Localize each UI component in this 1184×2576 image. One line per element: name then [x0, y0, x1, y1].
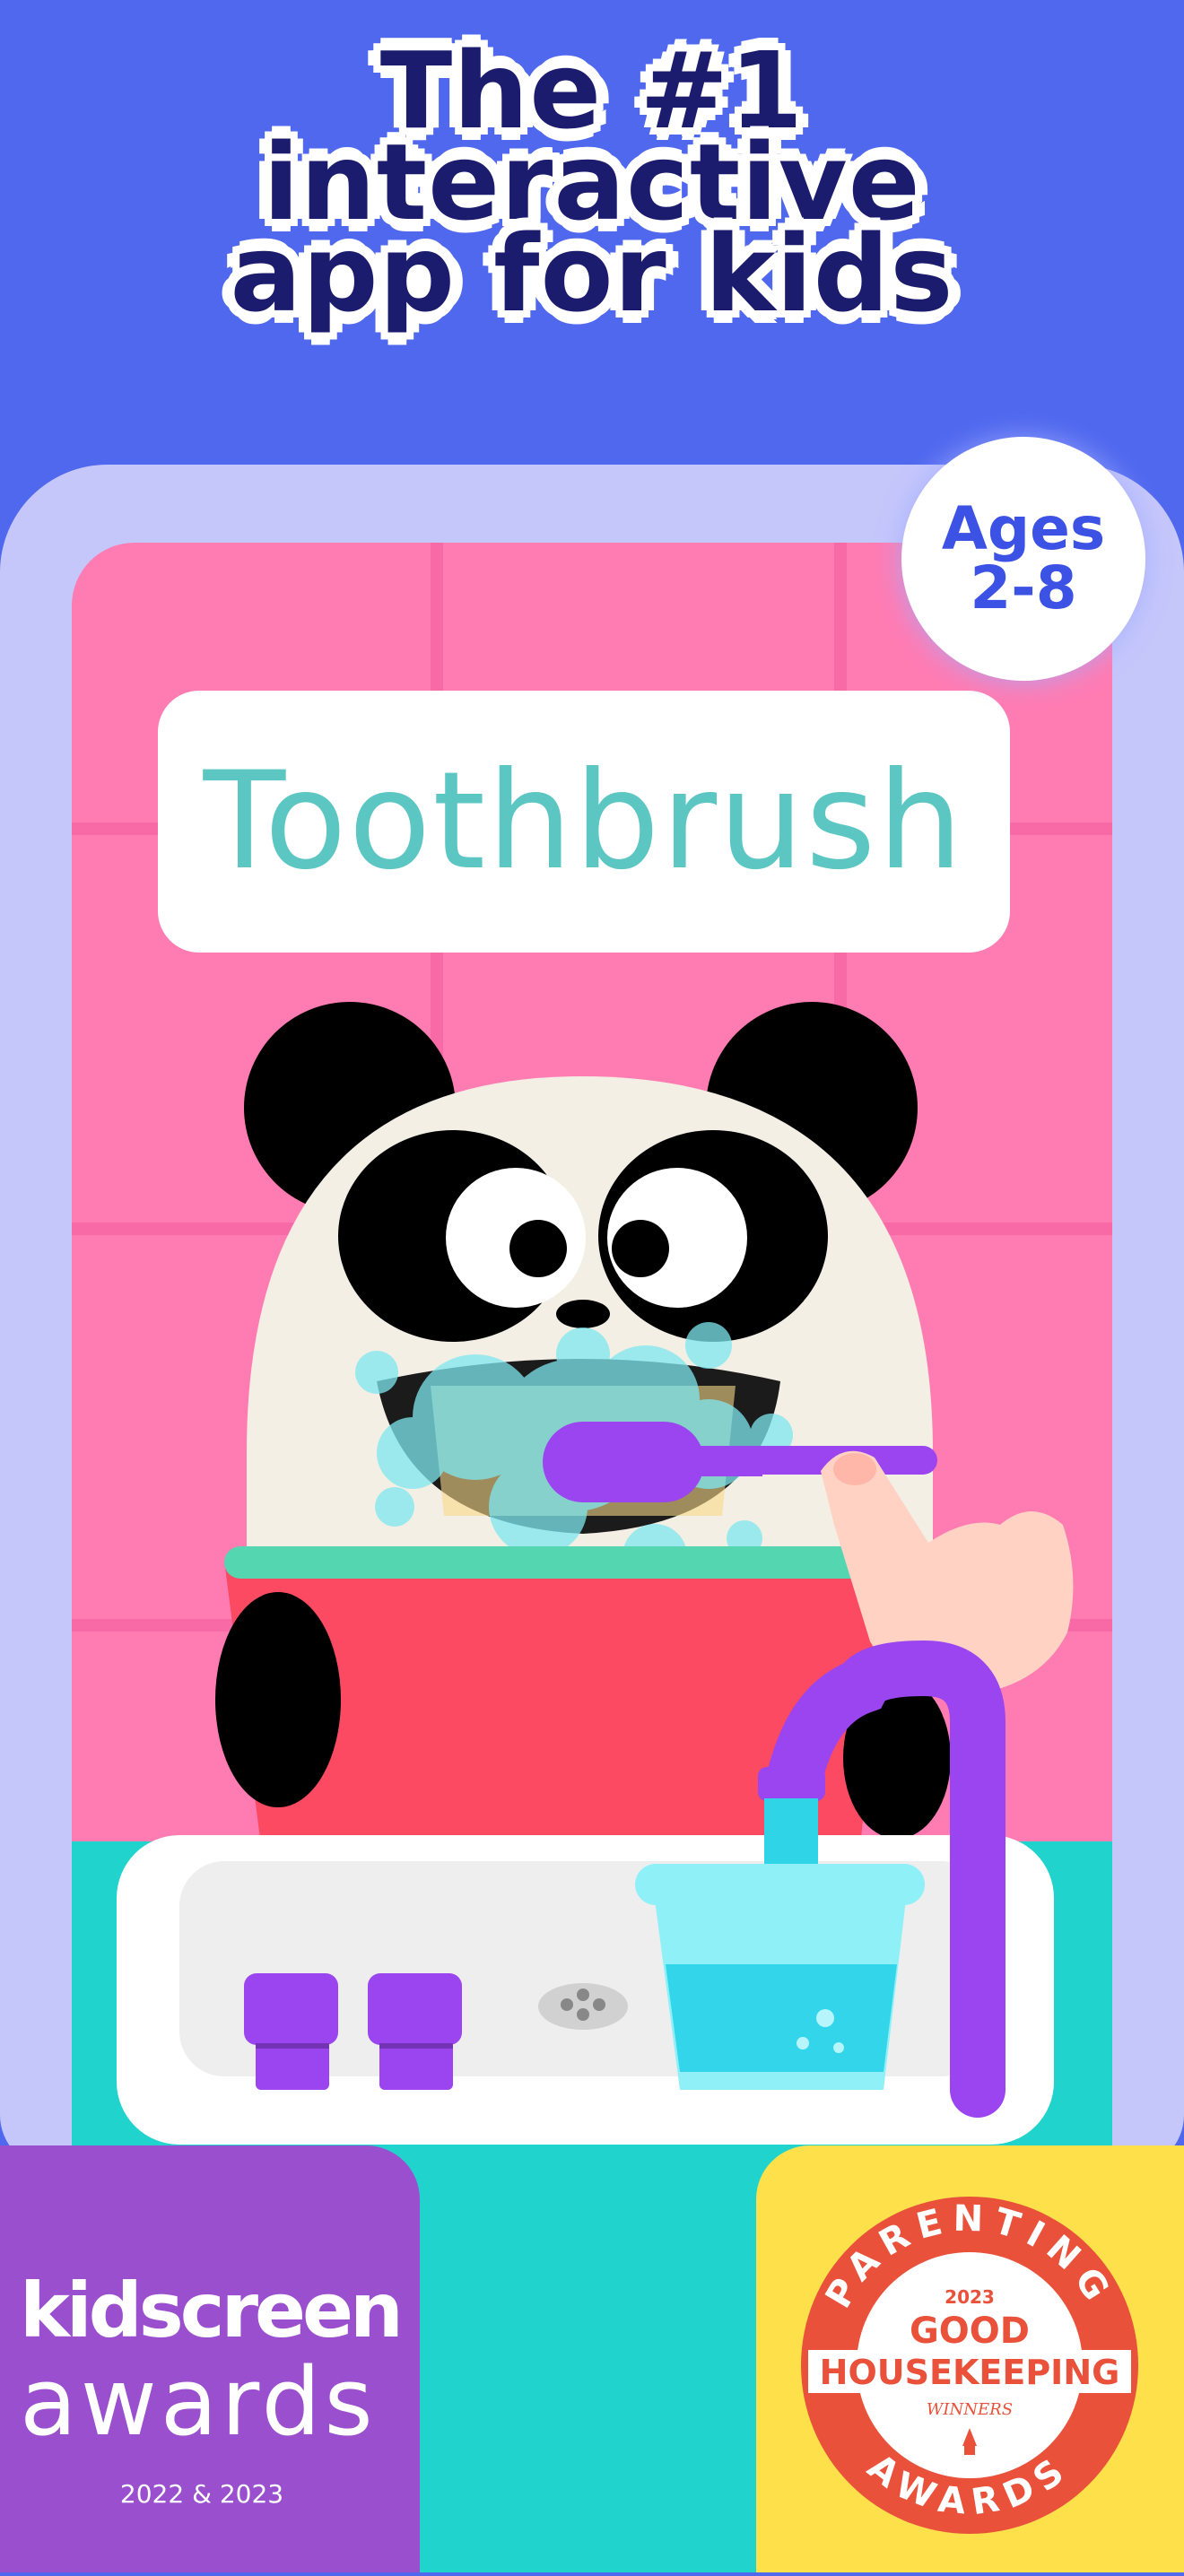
kidscreen-award-badge: kidscreen awards 2022 & 2023	[0, 2145, 420, 2572]
kidscreen-years: 2022 & 2023	[119, 2479, 284, 2509]
good-housekeeping-seal: PARENTING AWARDS 2023 GOOD HOUSEKEEPING …	[801, 2197, 1138, 2534]
gh-winners: WINNERS	[927, 2400, 1013, 2419]
panda-nose	[556, 1300, 610, 1328]
panda-bib-rim	[224, 1546, 888, 1579]
gh-line1: GOOD	[910, 2311, 1030, 2352]
good-housekeeping-award-badge: PARENTING AWARDS 2023 GOOD HOUSEKEEPING …	[756, 2145, 1184, 2572]
panda-arm-left	[215, 1592, 341, 1807]
gh-line2: HOUSEKEEPING	[820, 2353, 1120, 2392]
kidscreen-awards-label: awards	[20, 2347, 377, 2457]
kidscreen-wordmark: kidscreen	[20, 2267, 404, 2354]
counter-front	[420, 2145, 756, 2572]
water-cup-icon	[635, 1864, 925, 2090]
ages-label: Ages	[941, 494, 1106, 563]
soap-dish-icon	[538, 1983, 628, 2030]
ages-range: 2-8	[970, 553, 1077, 622]
gh-year: 2023	[945, 2286, 995, 2308]
panda-pupil-left	[509, 1220, 567, 1277]
panda-pupil-right	[612, 1220, 669, 1277]
ages-badge: Ages 2-8	[901, 437, 1145, 681]
